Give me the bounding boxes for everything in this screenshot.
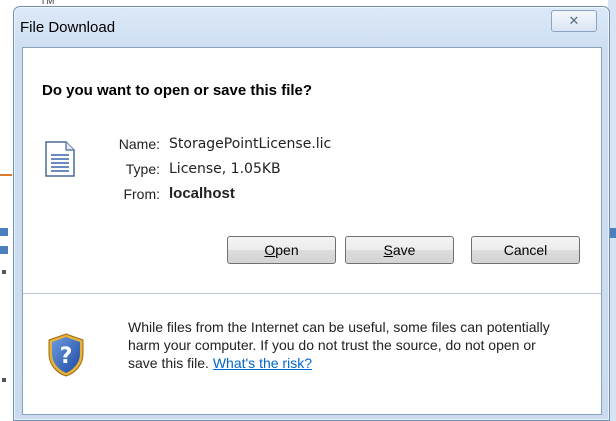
from-label: From: [123,186,160,202]
file-source: localhost [169,185,235,202]
file-type: License, 1.05KB [169,161,281,177]
dialog-content: Do you want to open or save this file? N… [22,47,602,415]
whats-the-risk-link[interactable]: What's the risk? [213,355,312,371]
dialog-question: Do you want to open or save this file? [42,82,313,99]
name-label: Name: [118,136,160,152]
warning-message: While files from the Internet can be use… [128,318,568,372]
cancel-button[interactable]: Cancel [471,236,580,264]
file-name: StoragePointLicense.lic [169,136,332,152]
type-label: Type: [125,161,160,177]
background-accent [2,378,6,382]
open-button[interactable]: Open [227,236,336,264]
save-button[interactable]: Save [345,236,454,264]
background-window [0,0,14,421]
warning-area: ? While files from the Internet can be u… [23,294,601,414]
window-title: File Download [20,19,116,36]
file-download-dialog: File Download ✕ Do you want to open or s… [13,6,610,421]
shield-question-icon: ? [48,333,84,377]
open-button-label: Open [264,242,299,258]
background-accent [0,246,8,254]
warning-text: While files from the Internet can be use… [128,319,550,371]
close-button[interactable]: ✕ [551,10,597,32]
svg-text:?: ? [60,344,73,369]
document-icon [45,141,75,177]
background-accent [2,270,6,274]
close-icon: ✕ [568,13,580,28]
background-accent [0,174,12,176]
background-accent [0,228,8,236]
save-button-label: Save [383,242,416,258]
